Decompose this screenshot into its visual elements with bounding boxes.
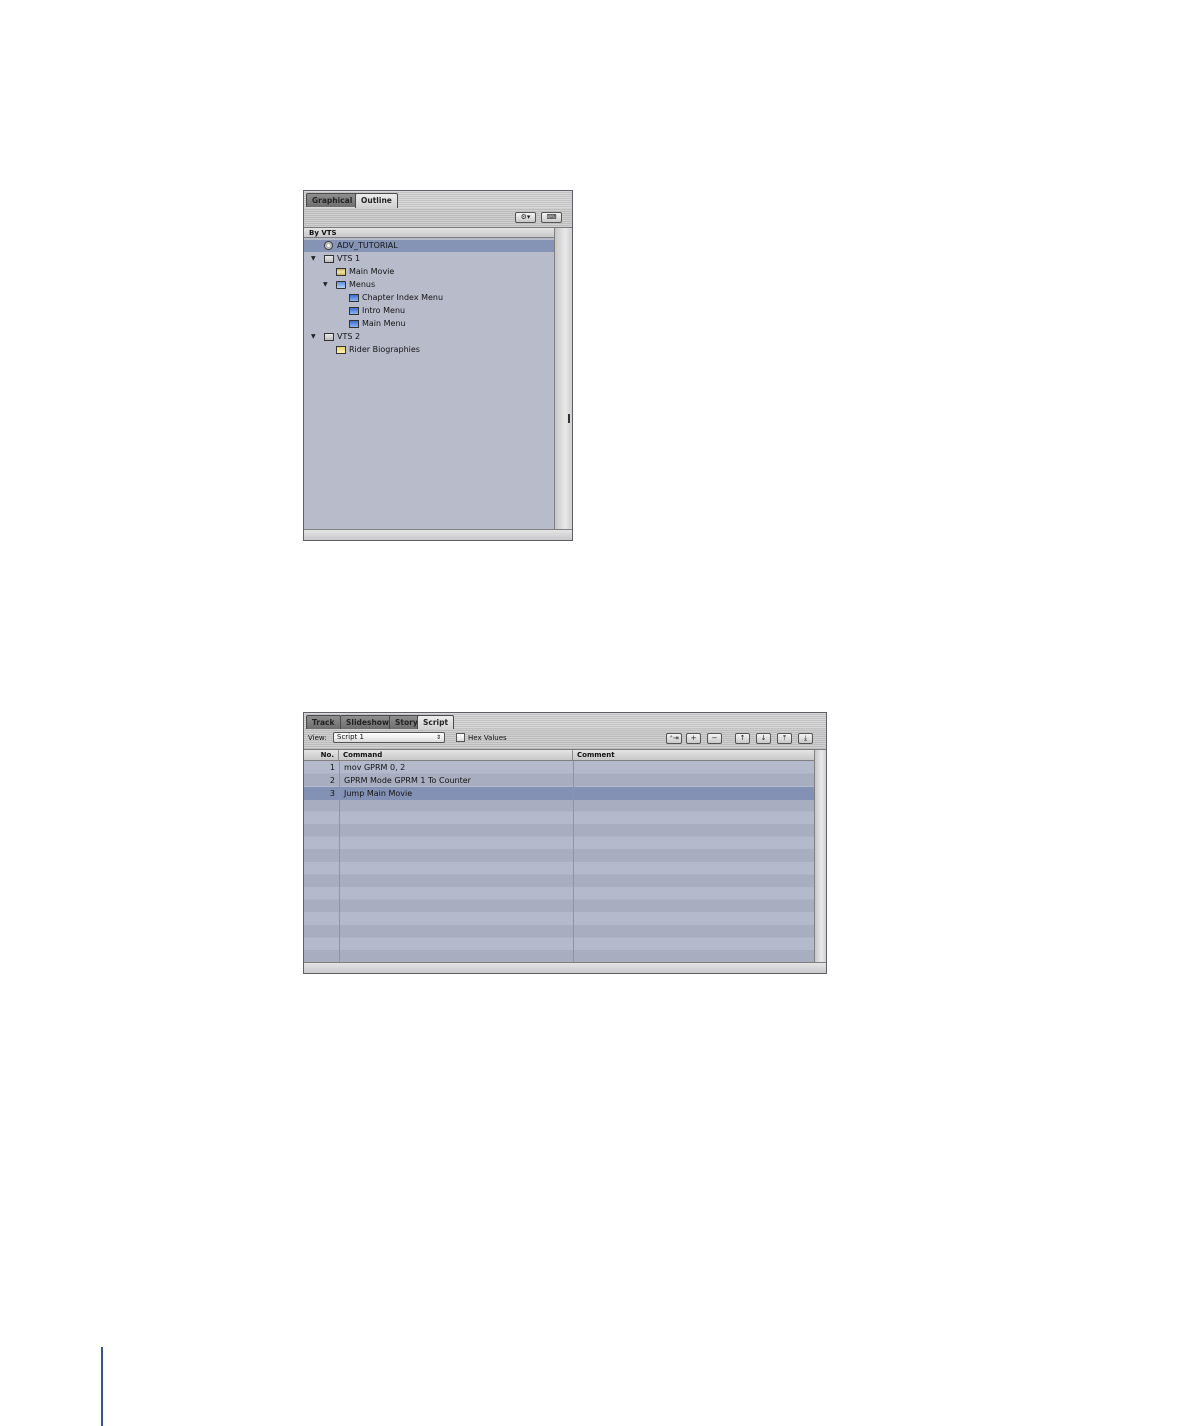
tree-item-main-menu[interactable]: Main Menu — [304, 318, 555, 330]
move-to-top-button[interactable]: ⤒ — [777, 733, 792, 744]
menu-icon — [349, 320, 359, 328]
tree-item-label: Main Menu — [362, 319, 406, 328]
view-popup-value: Script 1 — [337, 733, 364, 741]
column-header-no[interactable]: No. — [304, 750, 339, 760]
row-number: 3 — [329, 789, 335, 798]
horizontal-scrollbar[interactable] — [304, 529, 572, 540]
folder-icon — [336, 281, 346, 289]
remove-icon: − — [711, 734, 718, 742]
move-to-top-icon: ⤒ — [782, 734, 787, 742]
gear-icon: ⚙▾ — [520, 213, 531, 221]
tab-script[interactable]: Script — [417, 715, 455, 730]
column-header-comment[interactable]: Comment — [573, 750, 816, 760]
table-row[interactable]: 1 mov GPRM 0, 2 — [304, 761, 815, 774]
tree-item-label: Menus — [349, 280, 376, 289]
move-up-button[interactable]: ↑ — [735, 733, 750, 744]
move-to-bottom-icon: ⤓ — [803, 734, 808, 742]
insert-command-icon: ⁺⇥ — [669, 734, 679, 742]
outline-tab-bar: Graphical Outline — [304, 191, 572, 209]
vertical-scrollbar[interactable] — [814, 750, 826, 962]
track-icon — [336, 268, 346, 276]
tree-item-chapter-index-menu[interactable]: Chapter Index Menu — [304, 292, 555, 304]
popup-arrows-icon: ⇕ — [435, 734, 441, 741]
tree-item-vts1[interactable]: ▼ VTS 1 — [304, 253, 555, 265]
story-icon — [336, 346, 346, 354]
move-down-button[interactable]: ↓ — [756, 733, 771, 744]
table-row[interactable]: 2 GPRM Mode GPRM 1 To Counter — [304, 774, 815, 787]
tab-outline[interactable]: Outline — [355, 193, 398, 208]
resize-grip-icon[interactable] — [568, 414, 570, 423]
action-menu-button[interactable]: ⚙▾ — [515, 212, 536, 223]
vts-icon — [324, 255, 334, 263]
tab-track[interactable]: Track — [306, 715, 341, 729]
menu-icon — [349, 307, 359, 315]
script-editor-panel: Track Slideshow Story Script View: Scrip… — [303, 712, 827, 974]
tree-item-main-movie[interactable]: Main Movie — [304, 266, 555, 278]
row-command: GPRM Mode GPRM 1 To Counter — [344, 776, 471, 785]
keyboard-icon: ⌨ — [546, 213, 557, 221]
tree-item-label: Intro Menu — [362, 306, 406, 315]
script-table: 1 mov GPRM 0, 2 2 GPRM Mode GPRM 1 To Co… — [304, 761, 815, 962]
move-up-icon: ↑ — [739, 734, 746, 742]
disc-icon — [324, 241, 333, 250]
disclosure-triangle-icon[interactable]: ▼ — [323, 279, 328, 291]
menu-icon — [349, 294, 359, 302]
tree-item-label: VTS 1 — [337, 254, 361, 263]
tree-item-label: VTS 2 — [337, 332, 361, 341]
tree-item-label: Main Movie — [349, 267, 395, 276]
hex-values-checkbox[interactable] — [456, 733, 465, 742]
tree-item-project[interactable]: ADV_TUTORIAL — [304, 240, 555, 252]
script-table-header: No. Command Comment — [304, 750, 815, 761]
row-number: 2 — [329, 776, 335, 785]
outline-panel: Graphical Outline ⚙▾ ⌨ By VTS ADV_TUTORI… — [303, 190, 573, 541]
move-to-bottom-button[interactable]: ⤓ — [798, 733, 813, 744]
outline-toolbar: ⚙▾ ⌨ — [304, 208, 572, 228]
column-header-command[interactable]: Command — [339, 750, 573, 760]
tab-graphical[interactable]: Graphical — [306, 193, 359, 207]
outline-tree: ADV_TUTORIAL ▼ VTS 1 Main Movie ▼ Menus … — [304, 239, 555, 529]
horizontal-scrollbar[interactable] — [304, 962, 826, 973]
column-divider — [573, 761, 574, 962]
view-label: View: — [308, 734, 327, 742]
tab-slideshow[interactable]: Slideshow — [340, 715, 395, 729]
insert-command-button[interactable]: ⁺⇥ — [666, 733, 682, 744]
tree-item-label: Chapter Index Menu — [362, 293, 444, 302]
tree-item-intro-menu[interactable]: Intro Menu — [304, 305, 555, 317]
tree-item-label: Rider Biographies — [349, 345, 420, 354]
page-margin-rule — [101, 1347, 103, 1426]
row-command: mov GPRM 0, 2 — [344, 763, 406, 772]
disclosure-triangle-icon[interactable]: ▼ — [311, 253, 316, 265]
hex-values-label[interactable]: Hex Values — [468, 734, 507, 742]
editor-tab-bar: Track Slideshow Story Script — [304, 713, 826, 730]
tree-item-vts2[interactable]: ▼ VTS 2 — [304, 331, 555, 343]
move-down-icon: ↓ — [760, 734, 767, 742]
row-command: Jump Main Movie — [344, 789, 413, 798]
add-icon: + — [690, 734, 697, 742]
column-header-by-vts[interactable]: By VTS — [304, 228, 555, 238]
tree-item-menus[interactable]: ▼ Menus — [304, 279, 555, 291]
row-number: 1 — [329, 763, 335, 772]
remove-command-button[interactable]: − — [707, 733, 722, 744]
view-options-button[interactable]: ⌨ — [541, 212, 562, 223]
add-command-button[interactable]: + — [686, 733, 701, 744]
tree-item-rider-biographies[interactable]: Rider Biographies — [304, 344, 555, 356]
vts-icon — [324, 333, 334, 341]
disclosure-triangle-icon[interactable]: ▼ — [311, 331, 316, 343]
column-divider — [339, 761, 340, 962]
table-row[interactable]: 3 Jump Main Movie — [304, 787, 815, 800]
view-popup[interactable]: Script 1 ⇕ — [333, 732, 445, 743]
vertical-scrollbar[interactable] — [554, 228, 572, 529]
script-toolbar: View: Script 1 ⇕ Hex Values ⁺⇥ + − ↑ ↓ ⤒… — [304, 729, 826, 750]
tree-item-label: ADV_TUTORIAL — [337, 241, 398, 250]
